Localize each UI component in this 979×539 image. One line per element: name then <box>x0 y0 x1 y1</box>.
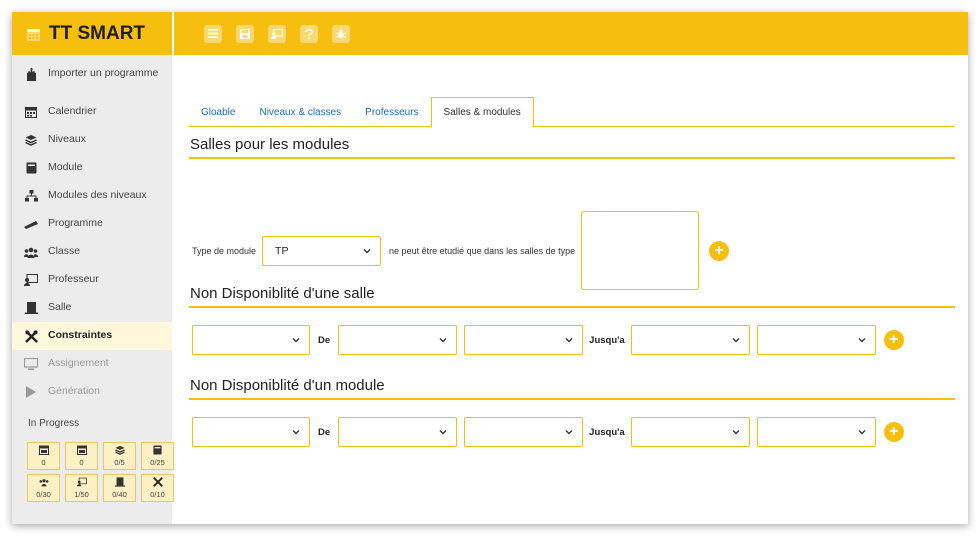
room-select[interactable] <box>192 325 310 355</box>
teacher-icon <box>24 273 38 287</box>
add-button[interactable]: + <box>883 422 904 442</box>
start-day-select[interactable] <box>338 417 458 447</box>
progress-cell: 0 <box>27 442 60 470</box>
calendar-icon <box>24 105 38 119</box>
progress-cell: 0/30 <box>27 474 60 502</box>
book-icon <box>153 445 163 455</box>
module-type-select[interactable]: TP <box>262 235 382 266</box>
de-label: De <box>318 334 331 346</box>
users-icon <box>39 477 49 487</box>
sidebar: TT SMART Importer un programme Calendrie… <box>12 12 174 524</box>
teacher-icon <box>76 477 87 487</box>
module-select[interactable] <box>192 417 310 447</box>
tab-gloable[interactable]: Gloable <box>189 97 247 127</box>
users-icon <box>24 245 38 259</box>
progress-cell: 0/25 <box>141 442 174 470</box>
module-room-type-row: Type de module TP ne peut être etudié qu… <box>192 211 730 290</box>
brand: TT SMART <box>12 12 172 55</box>
jusqua-label: Jusqu'a <box>589 426 625 438</box>
sidebar-item-classe[interactable]: Classe <box>12 238 172 266</box>
module-unavailability-row: De Jusqu'a + <box>192 417 904 447</box>
bug-icon[interactable] <box>332 24 350 43</box>
chevron-down-icon <box>439 430 447 435</box>
menu-icon[interactable] <box>204 24 222 43</box>
book-icon <box>24 161 38 175</box>
progress-title: In Progress <box>28 418 80 429</box>
tools-icon <box>152 477 163 487</box>
sidebar-item-import[interactable]: Importer un programme <box>12 60 172 98</box>
section-title-module-indisponible: Non Disponiblité d'un module <box>189 375 955 400</box>
tab-niveaux-classes[interactable]: Niveaux & classes <box>247 97 353 127</box>
tab-salles-modules[interactable]: Salles & modules <box>430 97 534 128</box>
help-icon[interactable] <box>300 24 318 43</box>
toolbar <box>174 12 968 55</box>
progress-cell: 0/40 <box>103 474 136 502</box>
start-day-select[interactable] <box>338 325 458 355</box>
jusqua-label: Jusqu'a <box>589 334 625 346</box>
app-title: TT SMART <box>49 22 146 44</box>
de-label: De <box>318 426 331 438</box>
sidebar-item-niveaux[interactable]: Niveaux <box>12 126 172 154</box>
chevron-down-icon <box>439 338 447 343</box>
end-time-select[interactable] <box>756 417 876 447</box>
sidebar-item-salle[interactable]: Salle <box>12 294 172 322</box>
monitor-icon <box>24 357 38 371</box>
layers-icon <box>114 445 125 455</box>
sidebar-item-modules-niveaux[interactable]: Modules des niveaux <box>12 182 172 210</box>
import-icon <box>24 67 38 81</box>
start-time-select[interactable] <box>464 325 584 355</box>
chevron-down-icon <box>292 338 300 343</box>
sidebar-nav: Importer un programme Calendrier Niveaux… <box>12 55 172 406</box>
add-button[interactable]: + <box>883 330 904 350</box>
end-day-select[interactable] <box>630 417 750 447</box>
room-unavailability-row: De Jusqu'a + <box>192 325 904 355</box>
chevron-down-icon <box>363 248 371 253</box>
chevron-down-icon <box>292 430 300 435</box>
calendar-icon <box>76 445 87 455</box>
sidebar-item-module[interactable]: Module <box>12 154 172 182</box>
add-button[interactable]: + <box>709 240 730 261</box>
room-icon <box>114 477 125 487</box>
sidebar-item-professeur[interactable]: Professeur <box>12 266 172 294</box>
room-type-text: ne peut être etudié que dans les salles … <box>389 245 576 256</box>
sidebar-item-constraintes[interactable]: Constraintes <box>12 322 172 350</box>
main-content: Gloable Niveaux & classes Professeurs Sa… <box>189 55 955 524</box>
chevron-down-icon <box>732 338 740 343</box>
calendar-icon <box>38 445 49 455</box>
room-type-list[interactable] <box>581 211 700 290</box>
sidebar-item-calendrier[interactable]: Calendrier <box>12 98 172 126</box>
end-day-select[interactable] <box>630 325 750 355</box>
section-title-salles-modules: Salles pour les modules <box>189 134 955 159</box>
ruler-icon <box>24 217 38 231</box>
sidebar-item-assignement[interactable]: Assignement <box>12 350 172 378</box>
progress-cell: 0/10 <box>141 474 174 502</box>
chevron-down-icon <box>565 338 573 343</box>
chevron-down-icon <box>858 430 866 435</box>
teacher-icon[interactable] <box>268 24 286 43</box>
tools-icon <box>24 329 38 343</box>
tab-bar: Gloable Niveaux & classes Professeurs Sa… <box>189 97 955 128</box>
type-module-label: Type de module <box>192 245 257 256</box>
save-icon[interactable] <box>236 24 254 43</box>
layers-icon <box>24 133 38 147</box>
chevron-down-icon <box>732 430 740 435</box>
start-time-select[interactable] <box>464 417 584 447</box>
end-time-select[interactable] <box>756 325 876 355</box>
sidebar-item-generation[interactable]: Génération <box>12 378 172 406</box>
progress-cell: 0 <box>65 442 98 470</box>
play-icon <box>24 385 38 399</box>
progress-grid: 0 0 0/5 0/25 0/30 1/50 0/40 0/10 <box>12 442 174 502</box>
hierarchy-icon <box>24 189 38 203</box>
progress-cell: 1/50 <box>65 474 98 502</box>
sidebar-item-programme[interactable]: Programme <box>12 210 172 238</box>
room-icon <box>24 301 38 315</box>
app-window: TT SMART Importer un programme Calendrie… <box>12 12 968 524</box>
section-title-salle-indisponible: Non Disponiblité d'une salle <box>189 283 955 308</box>
chevron-down-icon <box>565 430 573 435</box>
progress-cell: 0/5 <box>103 442 136 470</box>
chevron-down-icon <box>858 338 866 343</box>
calendar-icon <box>26 26 41 41</box>
tab-professeurs[interactable]: Professeurs <box>353 97 430 127</box>
